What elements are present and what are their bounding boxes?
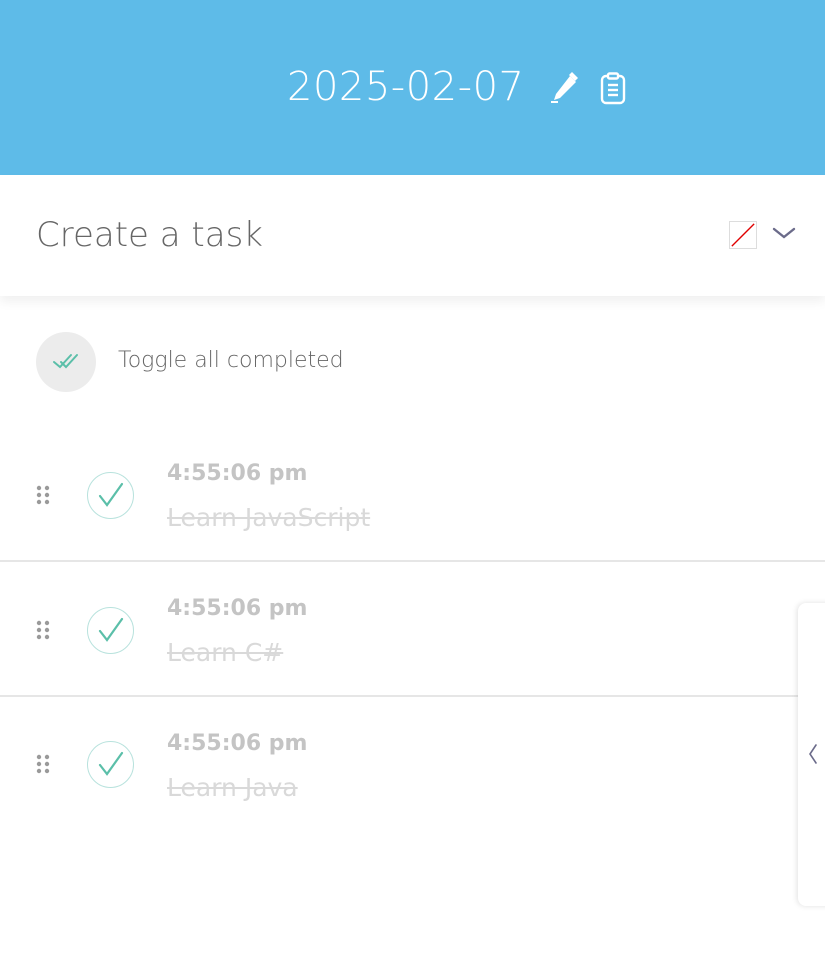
chevron-left-icon — [809, 744, 817, 764]
header-date: 2025-02-07 — [287, 64, 525, 110]
task-item: 4:55:06 pm Learn C# — [0, 562, 825, 697]
task-time: 4:55:06 pm — [167, 461, 308, 486]
toggle-all-label: Toggle all completed — [118, 348, 344, 373]
drag-handle-icon[interactable] — [36, 485, 50, 505]
task-time: 4:55:06 pm — [167, 731, 308, 756]
task-item: 4:55:06 pm Learn Java — [0, 697, 825, 832]
clipboard-icon[interactable] — [598, 72, 630, 106]
drag-handle-icon[interactable] — [36, 754, 50, 774]
color-swatch[interactable] — [729, 221, 757, 249]
task-checkbox[interactable] — [87, 607, 134, 654]
task-text[interactable]: Learn Java — [167, 773, 298, 802]
side-panel-toggle[interactable] — [798, 603, 825, 906]
task-item: 4:55:06 pm Learn JavaScript — [0, 427, 825, 562]
task-text[interactable]: Learn C# — [167, 638, 283, 667]
create-task-bar — [0, 175, 825, 296]
create-task-input[interactable] — [36, 205, 636, 265]
pencil-icon[interactable] — [548, 72, 580, 106]
header: 2025-02-07 — [0, 0, 825, 175]
task-time: 4:55:06 pm — [167, 596, 308, 621]
task-checkbox[interactable] — [87, 741, 134, 788]
toggle-all-button[interactable] — [36, 332, 96, 392]
chevron-down-icon[interactable] — [770, 224, 798, 244]
task-checkbox[interactable] — [87, 472, 134, 519]
task-text[interactable]: Learn JavaScript — [167, 503, 370, 532]
drag-handle-icon[interactable] — [36, 620, 50, 640]
